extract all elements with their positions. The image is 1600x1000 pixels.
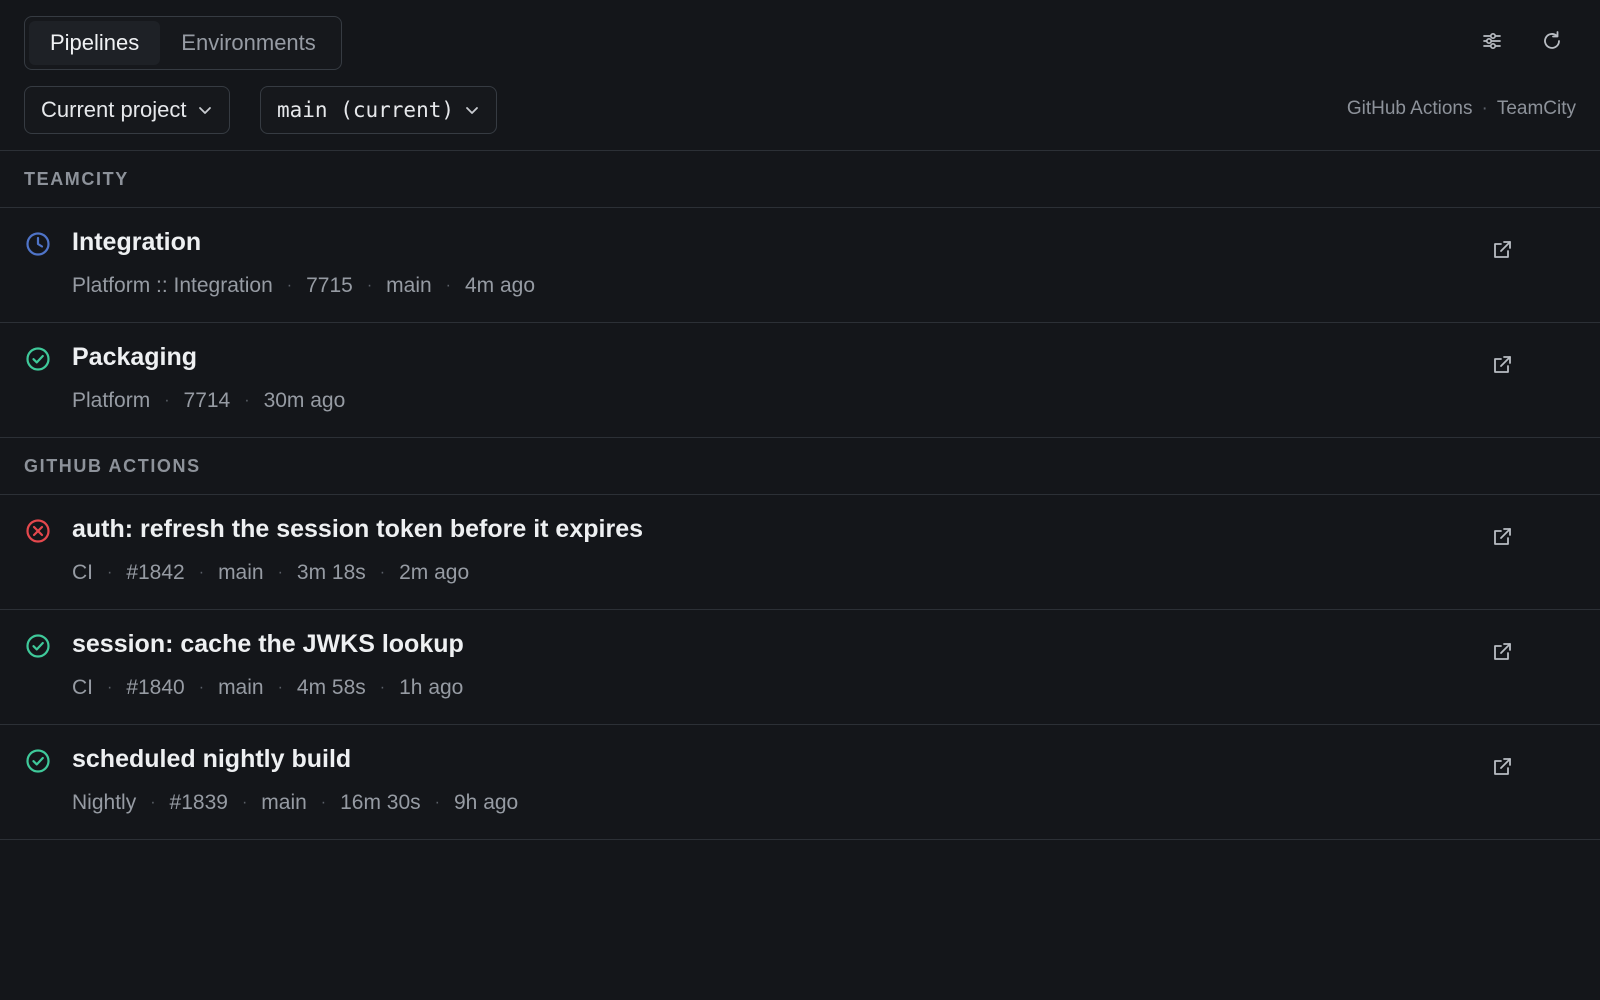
scope-dropdown[interactable]: Current project [24,86,230,134]
run-age: 30m ago [263,389,346,412]
separator-dot: · [277,564,283,581]
separator-dot: · [1481,98,1488,119]
run-row[interactable]: Packaging Platform · 7714 · 30m ago [0,323,1600,438]
run-meta: CI · #1840 · main · 4m 58s · 1h ago [72,676,463,700]
toolbar: Pipelines Environments Current project m… [0,0,1600,151]
run-meta: Platform · 7714 · 30m ago [72,389,345,413]
run-age: 2m ago [399,561,470,584]
run-title: auth: refresh the session token before i… [72,515,643,543]
workflow-name: CI [72,561,93,584]
separator-dot: · [107,564,113,581]
run-duration: 16m 30s [340,791,421,814]
check-circle-icon [24,747,52,775]
refresh-icon [1540,29,1564,58]
separator-dot: · [150,794,156,811]
x-circle-icon [24,517,52,545]
run-title: scheduled nightly build [72,745,352,773]
run-title: Packaging [72,343,198,371]
run-duration: 3m 18s [296,561,366,584]
external-link-icon[interactable] [1488,351,1516,379]
run-row[interactable]: Integration Platform :: Integration · 77… [0,208,1600,323]
run-row[interactable]: auth: refresh the session token before i… [0,495,1600,610]
separator-dot: · [434,794,440,811]
run-number: #1839 [169,791,228,814]
run-row[interactable]: scheduled nightly build Nightly · #1839 … [0,725,1600,840]
branch-name: main [218,561,264,584]
run-title: session: cache the JWKS lookup [72,630,464,658]
run-duration: 4m 58s [296,676,366,699]
provider-github-actions[interactable]: GitHub Actions [1347,98,1473,120]
branch-name: main [261,791,307,814]
separator-dot: · [320,794,327,811]
workflow-name: Nightly [72,791,137,814]
run-number: 7715 [306,274,353,297]
separator-dot: · [445,277,451,294]
tab-pipelines[interactable]: Pipelines [29,21,161,65]
branch-name: main [386,274,432,297]
pipeline-name: Platform :: Integration [72,274,273,297]
separator-dot: · [241,794,248,811]
run-age: 9h ago [454,791,519,814]
chevron-down-icon [464,102,480,118]
separator-dot: · [277,679,283,696]
run-title: Integration [72,228,202,256]
run-meta: Nightly · #1839 · main · 16m 30s · 9h ag… [72,791,518,815]
run-number: #1840 [126,676,185,699]
group-header-github-actions: GITHUB ACTIONS [0,438,1600,495]
external-link-icon[interactable] [1488,753,1516,781]
run-age: 4m ago [465,274,536,297]
external-link-icon[interactable] [1488,523,1516,551]
separator-dot: · [198,564,205,581]
provider-list: GitHub Actions · TeamCity [1347,98,1576,120]
separator-dot: · [107,679,113,696]
group-header-label: TEAMCITY [24,168,129,189]
tab-environments[interactable]: Environments [160,21,337,65]
separator-dot: · [286,277,293,294]
branch-dropdown[interactable]: main (current) [260,86,498,134]
clock-icon [24,230,52,258]
scope-dropdown-label: Current project [41,97,187,122]
external-link-icon[interactable] [1488,236,1516,264]
run-number: #1842 [126,561,185,584]
pipeline-name: Platform [72,389,151,412]
refresh-button[interactable] [1536,27,1568,59]
separator-dot: · [198,679,205,696]
run-number: 7714 [183,389,231,412]
check-circle-icon [24,632,52,660]
separator-dot: · [379,564,386,581]
branch-name: main [218,676,264,699]
run-age: 1h ago [399,676,464,699]
separator-dot: · [164,392,170,409]
sliders-icon [1480,29,1504,58]
separator-dot: · [379,679,386,696]
provider-teamcity[interactable]: TeamCity [1497,98,1576,120]
run-meta: Platform :: Integration · 7715 · main · … [72,274,535,298]
view-tabs: Pipelines Environments [24,16,342,70]
chevron-down-icon [197,102,213,118]
run-meta: CI · #1842 · main · 3m 18s · 2m ago [72,561,469,585]
check-circle-icon [24,345,52,373]
run-row[interactable]: session: cache the JWKS lookup CI · #184… [0,610,1600,725]
separator-dot: · [366,277,373,294]
separator-dot: · [244,392,250,409]
filter-settings-button[interactable] [1476,27,1508,59]
group-header-label: GITHUB ACTIONS [24,455,201,476]
external-link-icon[interactable] [1488,638,1516,666]
workflow-name: CI [72,676,93,699]
branch-dropdown-label: main (current) [277,98,455,122]
group-header-teamcity: TEAMCITY [0,151,1600,208]
